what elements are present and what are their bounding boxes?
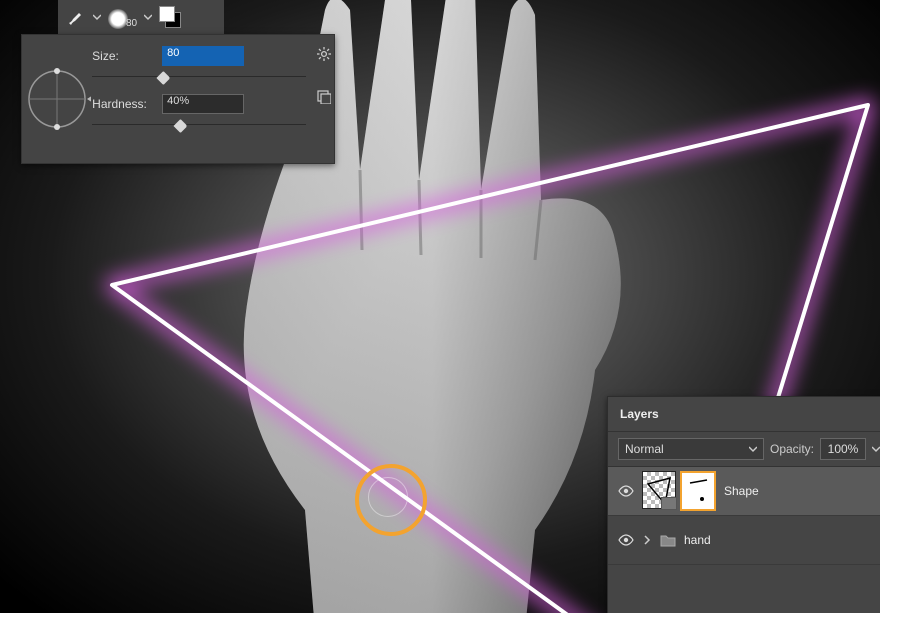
- brush-angle-control[interactable]: [22, 35, 92, 163]
- brush-cursor-circle: [368, 477, 408, 517]
- new-preset-icon[interactable]: [317, 90, 331, 107]
- hardness-input[interactable]: 40%: [162, 94, 244, 114]
- hardness-label: Hardness:: [92, 97, 154, 111]
- color-swatch-swap[interactable]: [159, 6, 181, 28]
- opacity-input[interactable]: 100%: [820, 438, 866, 460]
- folder-icon: [660, 533, 676, 547]
- brush-preview-icon[interactable]: [108, 9, 128, 29]
- layer-row-shape[interactable]: Shape: [608, 467, 880, 516]
- opacity-label: Opacity:: [770, 442, 814, 456]
- canvas[interactable]: 80 Size:: [0, 0, 880, 613]
- chevron-down-icon[interactable]: [92, 12, 102, 22]
- brush-options-bar: 80: [58, 0, 224, 34]
- chevron-down-icon[interactable]: [872, 445, 880, 453]
- layers-panel-title: Layers: [620, 407, 659, 421]
- layers-panel: Layers Normal Opacity: 100%: [607, 396, 880, 613]
- layer-row-hand[interactable]: hand: [608, 516, 880, 565]
- brush-icon[interactable]: [64, 6, 86, 28]
- gear-icon[interactable]: [317, 47, 331, 64]
- brush-size-small-label: 80: [126, 18, 137, 29]
- brush-settings-panel: Size: 80 Hardness: 40%: [21, 34, 335, 164]
- blend-mode-value: Normal: [625, 442, 664, 456]
- size-input[interactable]: 80: [162, 46, 244, 66]
- layer-thumbnail[interactable]: [642, 471, 676, 509]
- layer-name[interactable]: Shape: [724, 484, 759, 498]
- chevron-right-icon[interactable]: [642, 535, 652, 545]
- smart-object-badge-icon: [661, 497, 677, 510]
- size-label: Size:: [92, 49, 154, 63]
- visibility-toggle-icon[interactable]: [618, 532, 634, 548]
- hardness-slider[interactable]: [92, 117, 306, 133]
- size-slider[interactable]: [92, 69, 306, 85]
- chevron-down-icon[interactable]: [143, 12, 153, 22]
- chevron-down-icon: [749, 445, 757, 453]
- blend-mode-select[interactable]: Normal: [618, 438, 764, 460]
- layer-mask-thumbnail[interactable]: [680, 471, 716, 511]
- brush-cursor-highlight: [355, 464, 427, 536]
- layer-name[interactable]: hand: [684, 533, 711, 547]
- visibility-toggle-icon[interactable]: [618, 483, 634, 499]
